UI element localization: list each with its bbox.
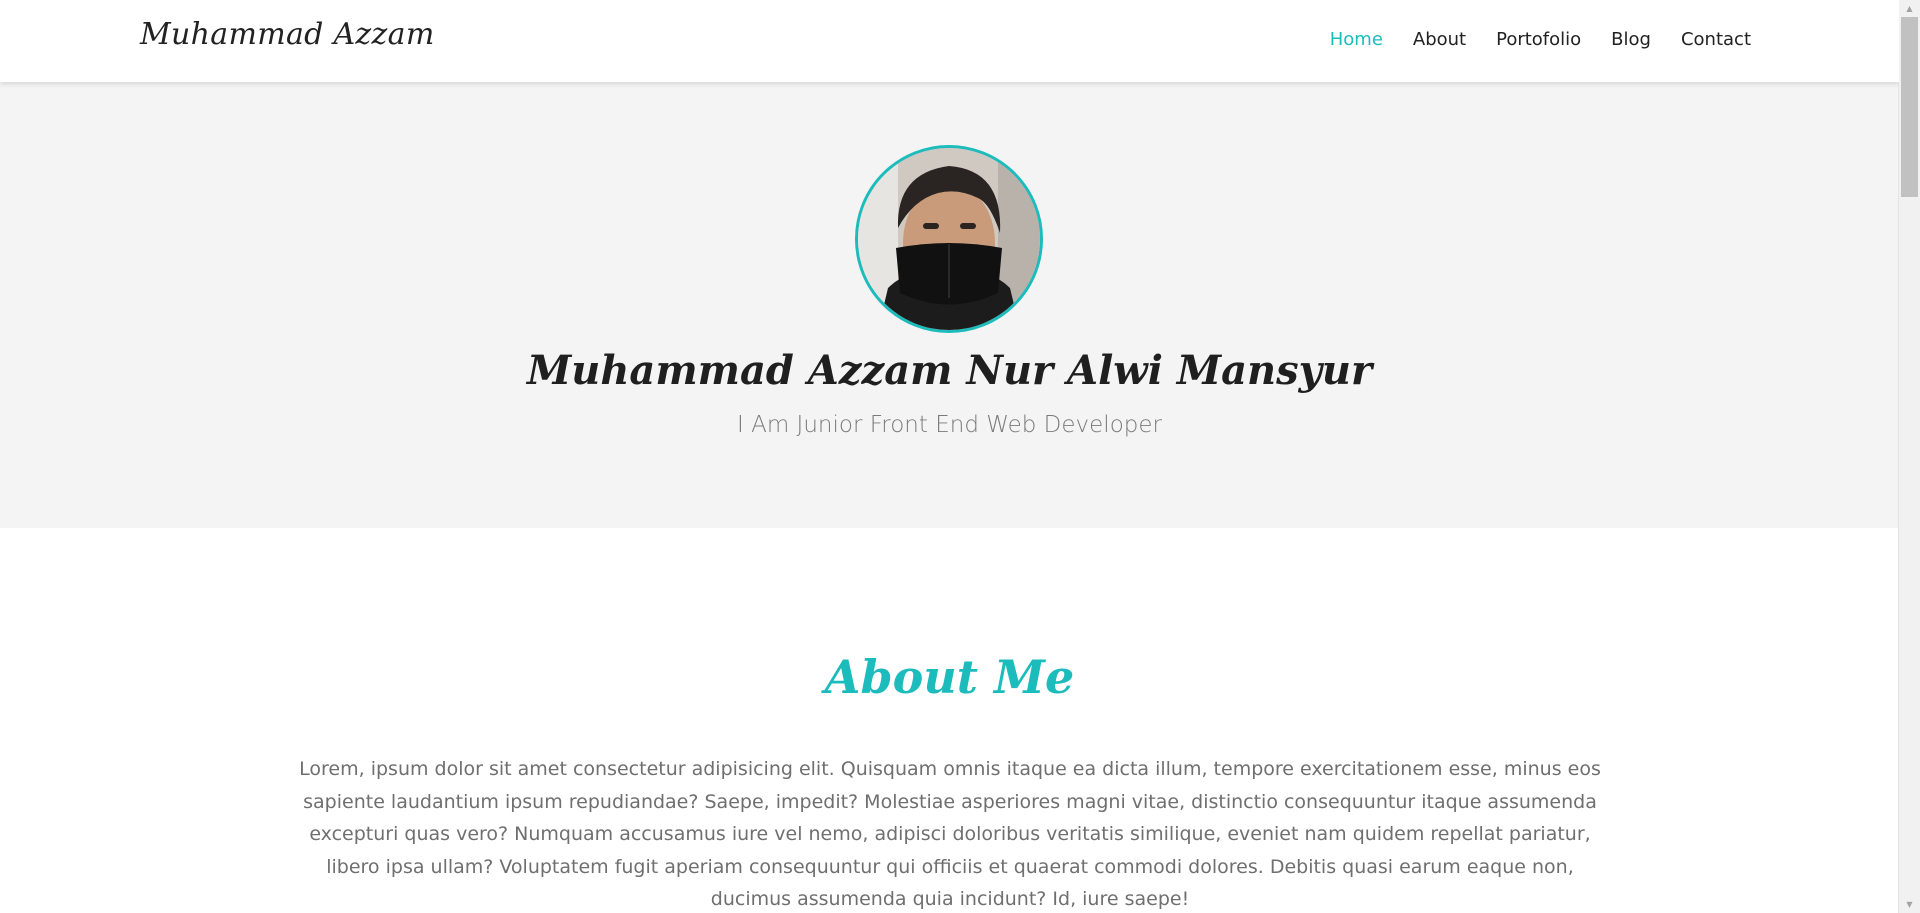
nav-links: Home About Portofolio Blog Contact <box>1300 27 1751 53</box>
page: Muhammad Azzam Home About Portofolio Blo… <box>0 0 1920 913</box>
nav-link-blog[interactable]: Blog <box>1611 27 1651 53</box>
scroll-up-arrow-icon[interactable]: ▲ <box>1899 0 1920 17</box>
hero-name: Muhammad Azzam Nur Alwi Mansyur <box>526 347 1373 394</box>
vertical-scrollbar[interactable]: ▲ ▼ <box>1898 0 1920 913</box>
hero-subtitle: I Am Junior Front End Web Developer <box>737 412 1162 438</box>
avatar <box>855 145 1043 333</box>
profile-photo-icon <box>858 148 1040 330</box>
hero-section: Muhammad Azzam Nur Alwi Mansyur I Am Jun… <box>0 82 1899 528</box>
navbar: Muhammad Azzam Home About Portofolio Blo… <box>0 0 1899 82</box>
about-text: Lorem, ipsum dolor sit amet consectetur … <box>299 758 1601 910</box>
nav-link-home[interactable]: Home <box>1330 27 1383 53</box>
nav-link-portofolio[interactable]: Portofolio <box>1496 27 1581 53</box>
scrollbar-thumb[interactable] <box>1901 17 1918 197</box>
about-title: About Me <box>824 650 1075 704</box>
nav-link-about[interactable]: About <box>1413 27 1466 53</box>
nav-link-contact[interactable]: Contact <box>1681 27 1751 53</box>
scroll-down-arrow-icon[interactable]: ▼ <box>1899 896 1920 913</box>
brand-logo[interactable]: Muhammad Azzam <box>140 17 435 52</box>
browser-viewport: Muhammad Azzam Home About Portofolio Blo… <box>0 0 1899 913</box>
